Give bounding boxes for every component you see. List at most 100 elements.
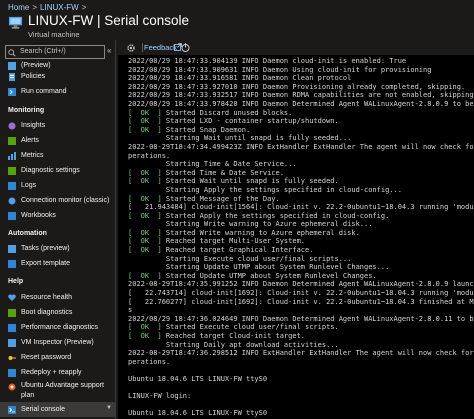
terminal-line: Ubuntu 18.04.6 LTS LINUX-FW ttyS0 xyxy=(128,409,474,418)
sidebar-item-run-command[interactable]: Run command xyxy=(0,84,115,99)
terminal-line: Starting Wait until snapd is fully seede… xyxy=(128,134,474,143)
collapse-menu-icon[interactable]: « xyxy=(107,46,111,55)
sidebar-item-reset-password[interactable]: Reset password xyxy=(0,350,115,365)
page-subtitle: Virtual machine xyxy=(28,30,80,39)
resource-health-icon xyxy=(8,294,16,301)
sidebar-item-policies[interactable]: Policies xyxy=(0,69,115,84)
scroll-down-icon[interactable]: ▼ xyxy=(106,405,112,411)
terminal-line: [ OK ] Started Discard unused blocks. xyxy=(128,109,474,118)
terminal-line-text: perations. xyxy=(128,357,171,366)
toolbar-divider xyxy=(142,43,143,52)
sidebar-item-alerts[interactable]: Alerts xyxy=(0,133,115,148)
terminal-line: Starting Apply the settings specified in… xyxy=(128,186,474,195)
ok-status: [ OK ] xyxy=(128,117,162,126)
terminal-line-text: Started Message of the Day. xyxy=(161,194,280,203)
run-command-icon xyxy=(8,88,16,96)
sidebar-item-diagnostic-settings[interactable]: Diagnostic settings xyxy=(0,163,115,178)
sidebar-item-boot-diagnostics[interactable]: Boot diagnostics xyxy=(0,305,115,320)
sidebar-item-label: Insights xyxy=(21,122,46,129)
terminal-output: 2022/08/29 18:47:33.904139 INFO Daemon c… xyxy=(128,57,474,419)
sidebar-item-metrics[interactable]: Metrics xyxy=(0,148,115,163)
terminal-line-text: [ 22.743714] cloud-init[1692]: Cloud-ini… xyxy=(128,289,474,298)
terminal-line: [ OK ] Started Write warning to Azure ep… xyxy=(128,229,474,238)
ok-status: [ OK ] xyxy=(128,125,162,134)
terminal-line: Starting Write warning to Azure ephemera… xyxy=(128,220,474,229)
terminal-line-text: Started Update UTMP about System Runleve… xyxy=(161,271,377,280)
terminal-line: [ OK ] Started Update UTMP about System … xyxy=(128,272,474,281)
sidebar-item-label: Redeploy + reapply xyxy=(21,369,82,376)
breadcrumb-separator: > xyxy=(32,3,38,12)
sidebar-item-label: Ubuntu Advantage support plan xyxy=(21,382,104,399)
terminal-line-text: 2022/08/29 18:47:33.978420 INFO Daemon D… xyxy=(128,99,474,108)
terminal-line-text: Started Wait until snapd is fully seeded… xyxy=(161,177,339,186)
terminal-line-text: perations. xyxy=(128,151,171,160)
sidebar-item-label: Logs xyxy=(21,182,37,189)
terminal-line: [ OK ] Started Time & Date Service. xyxy=(128,169,474,178)
terminal-line-text: 2022/08/29 18:47:33.932517 INFO Daemon R… xyxy=(128,91,474,100)
breadcrumb-home-link[interactable]: Home xyxy=(8,3,29,12)
sidebar-item-tasks[interactable]: Tasks (preview) xyxy=(0,241,115,256)
gear-icon[interactable] xyxy=(126,43,136,53)
sidebar-item-connection-monitor[interactable]: Connection monitor (classic) xyxy=(0,193,115,208)
sidebar-item-label: Performance diagnostics xyxy=(21,324,99,331)
terminal-line-text: Reached target Multi-User System. xyxy=(161,237,306,246)
section-automation: Automation xyxy=(8,230,47,237)
feedback-button[interactable]: Feedback xyxy=(144,43,177,52)
ok-status: [ OK ] xyxy=(128,271,162,280)
terminal-line: 2022/08/29 18:47:33.916581 INFO Daemon C… xyxy=(128,74,474,83)
sidebar-item-label: Workbooks xyxy=(21,212,56,219)
search-icon xyxy=(8,49,16,57)
sidebar-item-workbooks[interactable]: Workbooks xyxy=(0,208,115,223)
sidebar-item-resource-health[interactable]: Resource health xyxy=(0,290,115,305)
terminal-line-text: Started Write warning to Azure ephemeral… xyxy=(161,228,360,237)
sidebar-item-vm-inspector[interactable]: VM Inspector (Preview) xyxy=(0,335,115,350)
export-template-icon xyxy=(8,260,16,268)
sidebar-item-label: Policies xyxy=(21,73,46,80)
serial-console-terminal[interactable]: 2022/08/29 18:47:33.904139 INFO Daemon c… xyxy=(118,55,474,419)
sidebar-item-performance-diagnostics[interactable]: Performance diagnostics xyxy=(0,320,115,335)
sidebar-item-serial-console[interactable]: Serial console xyxy=(0,402,115,417)
terminal-line-text xyxy=(128,384,132,392)
terminal-line-text: Started Apply the settings specified in … xyxy=(161,211,390,220)
alerts-icon xyxy=(8,137,16,145)
search-input[interactable]: Search (Ctrl+/) xyxy=(5,45,105,59)
terminal-line-text: Ubuntu 18.04.6 LTS LINUX-FW ttyS0 xyxy=(128,374,268,383)
terminal-line-text: Starting Apply the settings specified in… xyxy=(128,185,402,194)
ok-status: [ OK ] xyxy=(128,228,162,237)
terminal-line-text: 2022/08/29 18:47:33.904139 INFO Daemon c… xyxy=(128,57,407,65)
terminal-line: Ubuntu 18.04.6 LTS LINUX-FW ttyS0 xyxy=(128,375,474,384)
virtual-machine-icon xyxy=(8,16,23,29)
sidebar-item-label: Alerts xyxy=(21,137,39,144)
terminal-line: perations. xyxy=(128,152,474,161)
terminal-line: 2022/08/29 18:47:33.927010 INFO Daemon P… xyxy=(128,83,474,92)
terminal-line-text: Reached target Cloud-init target. xyxy=(161,332,306,340)
sidebar-item-label: Serial console xyxy=(21,406,65,413)
ok-status: [ OK ] xyxy=(128,194,162,203)
breadcrumb-separator-end: > xyxy=(81,3,87,12)
power-icon[interactable] xyxy=(180,42,191,53)
sidebar-item-redeploy[interactable]: Redeploy + reapply xyxy=(0,365,115,380)
sidebar-item-label: Diagnostic settings xyxy=(21,167,80,174)
terminal-line: 2022-08-29T18:47:36.298512 INFO ExtHandl… xyxy=(128,349,474,358)
terminal-line-text: s xyxy=(128,306,133,315)
terminal-line-text xyxy=(128,366,132,374)
key-icon xyxy=(8,356,16,360)
terminal-line-text: 2022/08/29 18:47:33.927010 INFO Daemon P… xyxy=(128,82,466,91)
terminal-line-text: Started Time & Date Service. xyxy=(161,168,284,177)
performance-icon xyxy=(8,324,16,332)
sidebar-item-label: Tasks (preview) xyxy=(21,245,70,252)
sidebar-item-logs[interactable]: Logs xyxy=(0,178,115,193)
terminal-line-text: Starting Write warning to Azure ephemera… xyxy=(128,220,373,229)
sidebar-item-label: Export template xyxy=(21,260,71,267)
sidebar-item-export-template[interactable]: Export template xyxy=(0,256,115,271)
section-monitoring: Monitoring xyxy=(8,107,45,114)
terminal-line-text: 2022-08-29T18:47:35.991252 INFO Daemon D… xyxy=(128,280,474,289)
console-toolbar: Feedback xyxy=(118,40,474,55)
sidebar-item-insights[interactable]: Insights xyxy=(0,118,115,133)
resource-menu: Search (Ctrl+/) « (Preview) Policies Run… xyxy=(0,40,116,419)
ok-status: [ OK ] xyxy=(128,177,162,186)
terminal-line: [ OK ] Reached target Graphical Interfac… xyxy=(128,246,474,255)
terminal-line: 2022-08-29T18:47:34.499423Z INFO ExtHand… xyxy=(128,143,474,152)
terminal-line: LINUX-FW login: xyxy=(128,392,474,401)
breadcrumb-vm-link[interactable]: LINUX-FW xyxy=(40,3,79,12)
